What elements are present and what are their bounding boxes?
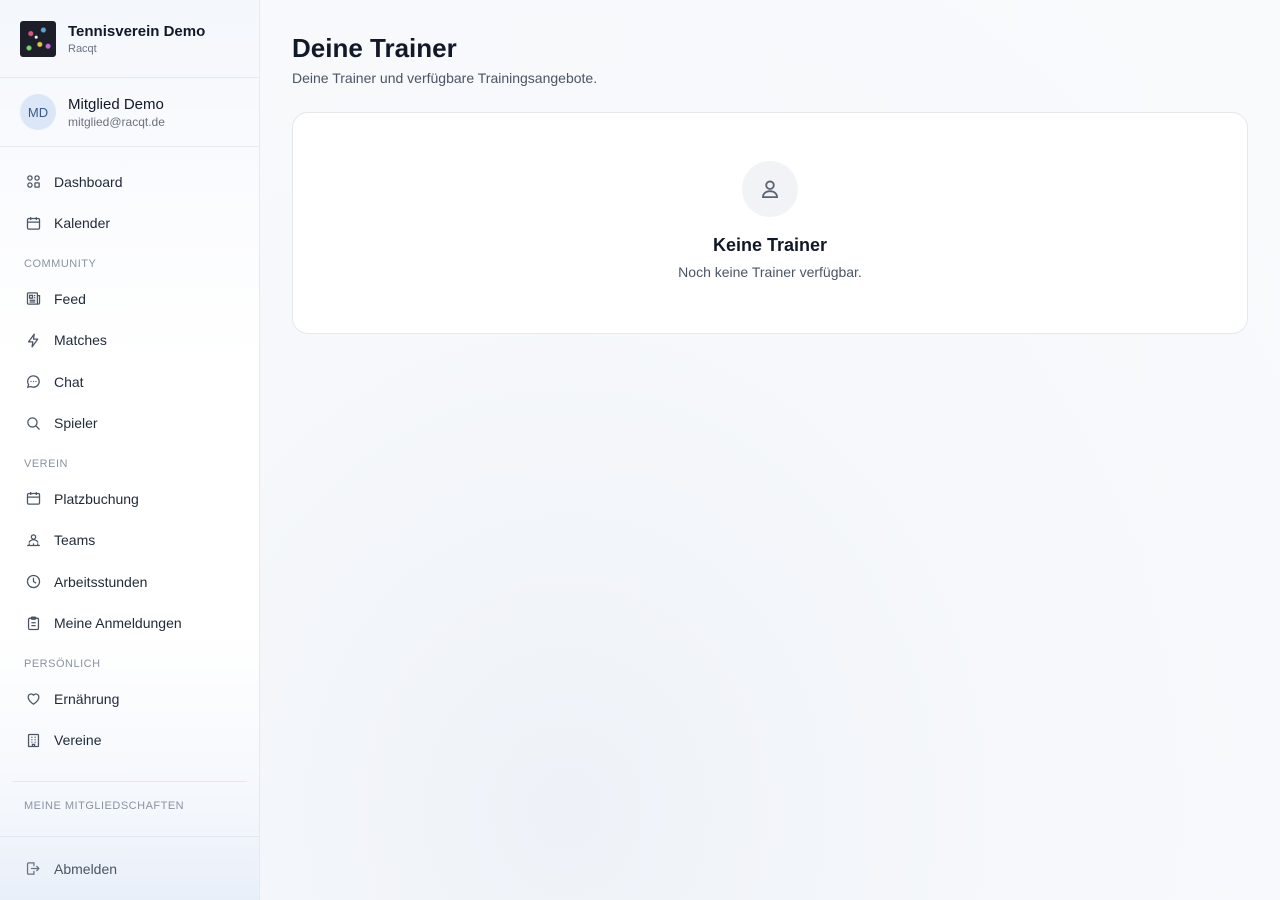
calendar-icon — [24, 214, 42, 232]
section-label-community: COMMUNITY — [24, 258, 97, 270]
club-subtitle: Racqt — [68, 43, 97, 55]
empty-state-title: Keine Trainer — [712, 235, 828, 255]
page-subtitle: Deine Trainer und verfügbare Trainingsan… — [292, 70, 598, 86]
empty-state-card: Keine Trainer Noch keine Trainer verfügb… — [292, 112, 1248, 334]
team-icon — [24, 531, 42, 549]
sidebar-item-label: Matches — [54, 332, 107, 349]
avatar: MD — [20, 94, 56, 130]
empty-state-text: Noch keine Trainer verfügbar. — [678, 264, 862, 280]
sidebar-item-label: Platzbuchung — [54, 490, 139, 507]
sidebar-item-platzbuchung[interactable]: Platzbuchung — [0, 478, 259, 520]
main-content: Deine Trainer Deine Trainer und verfügba… — [260, 0, 1280, 900]
sidebar-item-label: Arbeitsstunden — [54, 573, 148, 590]
sidebar-item-ernaehrung[interactable]: Ernährung — [0, 678, 259, 720]
lightning-icon — [24, 331, 42, 349]
sidebar-item-spieler[interactable]: Spieler — [0, 403, 259, 445]
sidebar-item-vereine[interactable]: Vereine — [0, 720, 259, 762]
logout-label: Abmelden — [54, 860, 118, 877]
dashboard-icon — [24, 173, 42, 191]
search-icon — [24, 414, 42, 432]
sidebar-item-feed[interactable]: Feed — [0, 278, 259, 320]
logout-button[interactable]: Abmelden — [0, 836, 259, 900]
chat-bubble-icon — [24, 373, 42, 391]
user-icon — [742, 161, 798, 217]
sidebar-item-arbeitsstunden[interactable]: Arbeitsstunden — [0, 561, 259, 603]
page-title: Deine Trainer — [292, 33, 457, 63]
section-label-persoenlich: PERSÖNLICH — [24, 658, 101, 670]
sidebar-item-label: Kalender — [54, 215, 111, 232]
club-header[interactable]: Tennisverein Demo Racqt — [0, 0, 259, 78]
heart-icon — [24, 690, 42, 708]
sidebar-item-label: Meine Anmeldungen — [54, 615, 182, 632]
sidebar-item-label: Teams — [54, 532, 96, 549]
sidebar-item-teams[interactable]: Teams — [0, 520, 259, 562]
calendar-icon — [24, 490, 42, 508]
section-label-memberships: MEINE MITGLIEDSCHAFTEN — [24, 800, 185, 812]
sidebar-item-label: Ernährung — [54, 690, 120, 707]
sidebar-nav: Dashboard Kalender COMMUNITY Feed Matche — [0, 147, 259, 812]
sidebar-item-meine-anmeldungen[interactable]: Meine Anmeldungen — [0, 603, 259, 645]
user-email: mitglied@racqt.de — [68, 115, 165, 129]
logout-icon — [24, 860, 42, 878]
sidebar-item-label: Vereine — [54, 732, 102, 749]
sidebar-item-chat[interactable]: Chat — [0, 361, 259, 403]
club-name: Tennisverein Demo — [68, 23, 206, 40]
building-icon — [24, 731, 42, 749]
clipboard-icon — [24, 614, 42, 632]
sidebar-item-kalender[interactable]: Kalender — [0, 203, 259, 245]
sidebar-item-matches[interactable]: Matches — [0, 320, 259, 362]
sidebar-item-label: Spieler — [54, 415, 98, 432]
club-logo — [20, 20, 56, 57]
sidebar-item-label: Feed — [54, 290, 86, 307]
section-label-verein: VEREIN — [24, 458, 68, 470]
sidebar-item-dashboard[interactable]: Dashboard — [0, 161, 259, 203]
clock-icon — [24, 573, 42, 591]
sidebar-item-label: Dashboard — [54, 173, 123, 190]
user-name: Mitglied Demo — [68, 96, 164, 113]
user-profile[interactable]: MD Mitglied Demo mitglied@racqt.de — [0, 78, 259, 147]
newspaper-icon — [24, 290, 42, 308]
sidebar-item-label: Chat — [54, 373, 84, 390]
sidebar: Tennisverein Demo Racqt MD Mitglied Demo… — [0, 0, 260, 900]
